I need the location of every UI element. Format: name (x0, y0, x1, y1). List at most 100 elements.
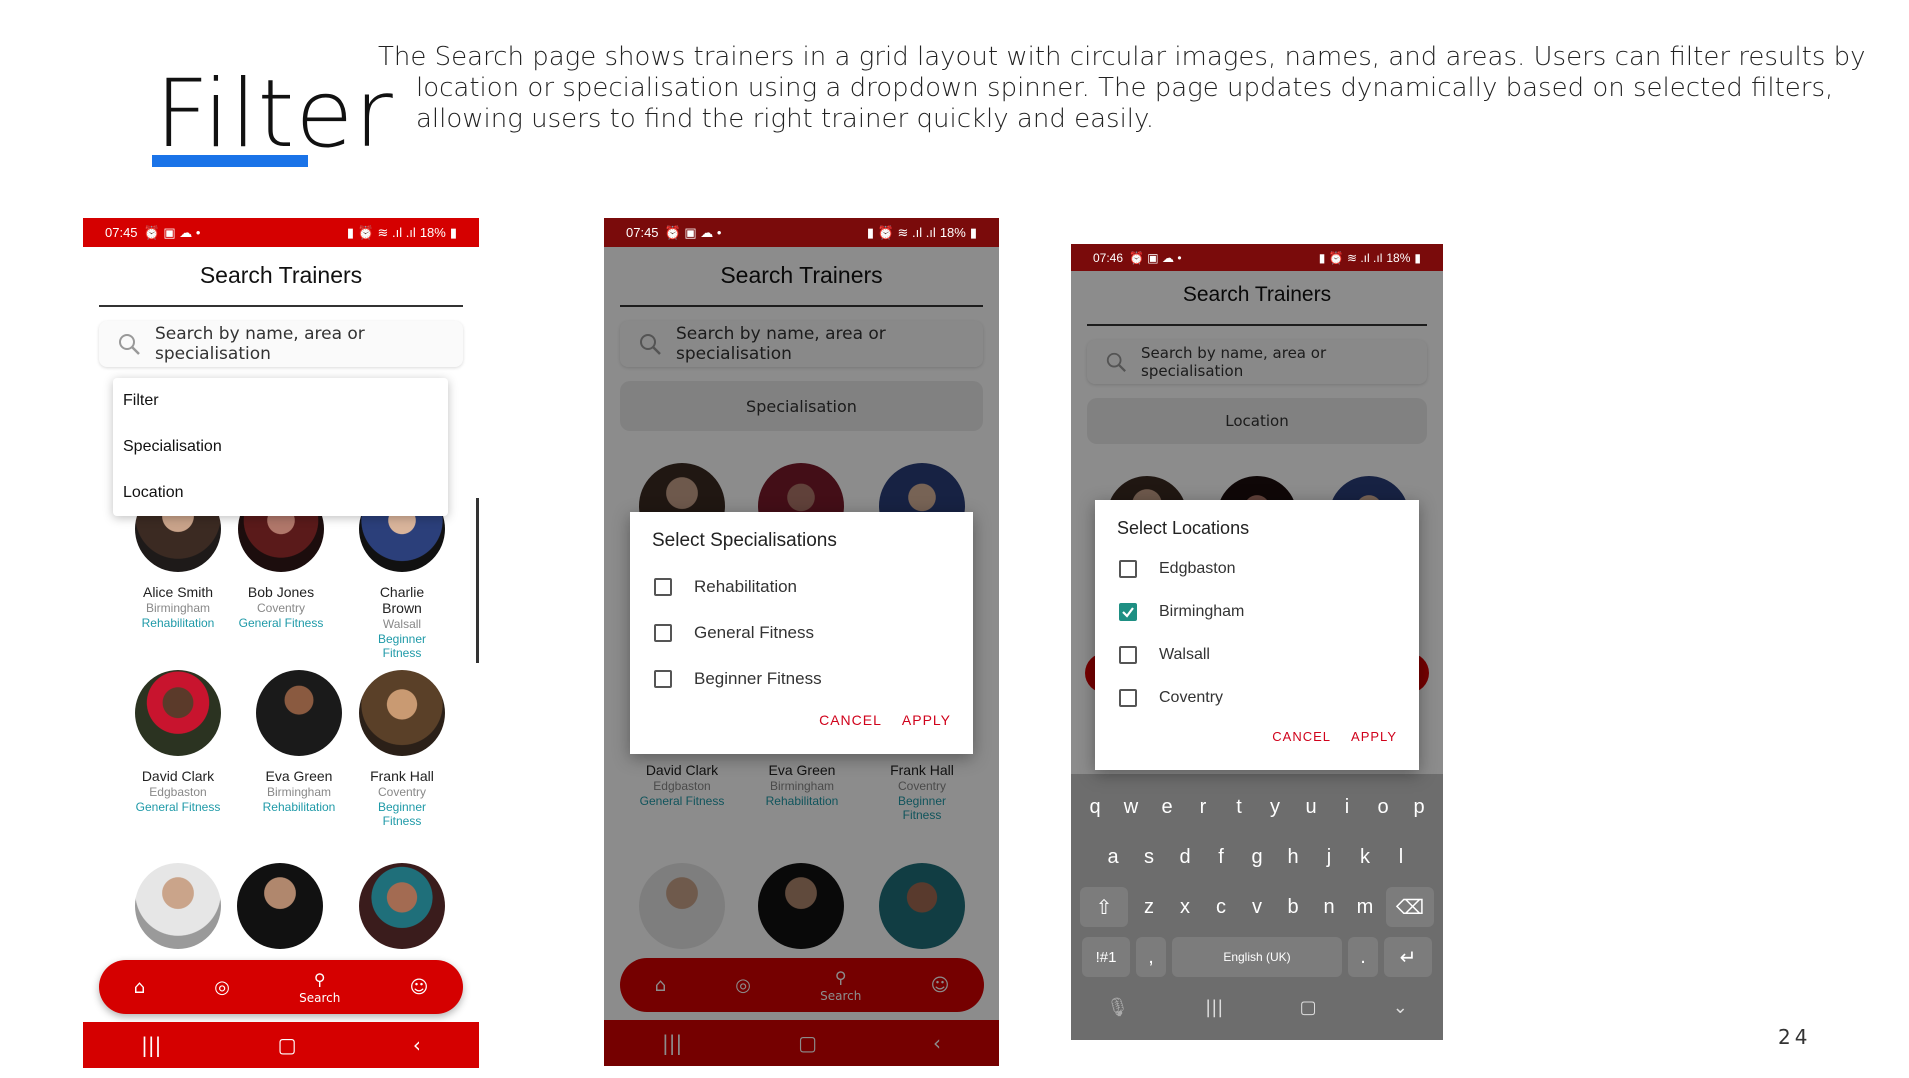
recent-apps-icon[interactable]: ||| (141, 1033, 161, 1057)
dropdown-item-filter[interactable]: Filter (113, 378, 448, 424)
shift-key-icon[interactable]: ⇧ (1080, 887, 1128, 927)
apply-button[interactable]: APPLY (902, 712, 951, 728)
hide-keyboard-icon[interactable]: ⌄ (1393, 997, 1408, 1018)
back-icon[interactable]: ‹ (413, 1033, 421, 1057)
trainer-specialisation: General Fitness (238, 616, 324, 630)
status-bar: 07:45 ⏰ ▣ ☁ • ▮ ⏰ ≋ .ıl .ıl 18% ▮ (604, 218, 999, 247)
option-beginner-fitness[interactable]: Beginner Fitness (630, 656, 973, 702)
key[interactable]: d (1170, 837, 1200, 877)
scrollbar[interactable] (476, 498, 479, 663)
key[interactable]: w (1116, 787, 1146, 827)
trainer-name: Frank Hall (370, 768, 434, 784)
checkbox[interactable] (1119, 559, 1137, 578)
home-button-icon[interactable]: ▢ (1300, 997, 1317, 1018)
key[interactable]: a (1098, 837, 1128, 877)
key[interactable]: n (1314, 887, 1344, 927)
nav-search-label: Search (299, 990, 341, 1005)
period-key[interactable]: . (1348, 937, 1378, 977)
trainer-avatar[interactable] (359, 863, 445, 949)
cancel-button[interactable]: CANCEL (819, 712, 882, 728)
cancel-button[interactable]: CANCEL (1272, 729, 1331, 744)
trainer-specialisation: Beginner Fitness (377, 632, 427, 660)
key[interactable]: v (1242, 887, 1272, 927)
notification-icons: ⏰ ▣ ☁ • (1129, 250, 1182, 265)
checkbox[interactable] (654, 578, 672, 596)
chat-icon: ☺ (409, 976, 429, 998)
search-input[interactable]: Search by name, area or specialisation (99, 321, 463, 367)
key[interactable]: c (1206, 887, 1236, 927)
notification-icons: ⏰ ▣ ☁ • (664, 224, 722, 240)
key[interactable]: i (1332, 787, 1362, 827)
symbols-key[interactable]: !#1 (1082, 937, 1130, 977)
option-label: Rehabilitation (694, 577, 798, 596)
battery-level: 18% (1386, 250, 1411, 265)
trainer-area: Coventry (256, 601, 306, 615)
trainer-card[interactable]: Frank Hall Coventry Beginner Fitness (337, 670, 467, 828)
checkbox[interactable] (654, 670, 672, 688)
checkbox[interactable] (1119, 645, 1137, 664)
check-icon (1122, 606, 1134, 618)
checkbox[interactable] (654, 624, 672, 642)
slide-title: Filter (155, 60, 394, 169)
option-coventry[interactable]: Coventry (1095, 676, 1419, 719)
dropdown-item-specialisation[interactable]: Specialisation (113, 424, 448, 470)
search-icon (119, 334, 140, 355)
key[interactable]: u (1296, 787, 1326, 827)
key[interactable]: j (1314, 837, 1344, 877)
trainer-specialisation: General Fitness (135, 800, 221, 814)
space-key[interactable]: English (UK) (1172, 937, 1342, 977)
trainer-card[interactable]: David Clark Edgbaston General Fitness (113, 670, 243, 814)
checkbox-checked[interactable] (1119, 602, 1137, 621)
apply-button[interactable]: APPLY (1351, 729, 1397, 744)
option-edgbaston[interactable]: Edgbaston (1095, 547, 1419, 590)
profile-icon: ◎ (214, 976, 230, 998)
key[interactable]: t (1224, 787, 1254, 827)
option-birmingham[interactable]: Birmingham (1095, 590, 1419, 633)
trainer-avatar[interactable] (135, 863, 221, 949)
dropdown-item-location[interactable]: Location (113, 470, 448, 516)
option-general-fitness[interactable]: General Fitness (630, 610, 973, 656)
checkbox[interactable] (1119, 688, 1137, 707)
key[interactable]: q (1080, 787, 1110, 827)
backspace-key-icon[interactable]: ⌫ (1386, 887, 1434, 927)
option-walsall[interactable]: Walsall (1095, 633, 1419, 676)
key[interactable]: x (1170, 887, 1200, 927)
mic-icon[interactable]: 🎙 (1106, 997, 1129, 1018)
nav-search[interactable]: ⚲ Search (299, 970, 340, 1005)
key[interactable]: g (1242, 837, 1272, 877)
recent-apps-icon[interactable]: ||| (1205, 997, 1223, 1018)
key[interactable]: o (1368, 787, 1398, 827)
key[interactable]: k (1350, 837, 1380, 877)
key[interactable]: h (1278, 837, 1308, 877)
key[interactable]: z (1134, 887, 1164, 927)
option-label: Edgbaston (1159, 559, 1236, 577)
system-navigation-bar: ||| ▢ ‹ (83, 1022, 479, 1068)
key[interactable]: b (1278, 887, 1308, 927)
slide-description: The Search page shows trainers in a grid… (378, 42, 1866, 134)
signal-icons: ▮ ⏰ ≋ .ıl .ıl (866, 224, 936, 240)
key[interactable]: y (1260, 787, 1290, 827)
signal-icons: ▮ ⏰ ≋ .ıl .ıl (1318, 250, 1383, 265)
option-rehabilitation[interactable]: Rehabilitation (630, 564, 973, 610)
key[interactable]: m (1350, 887, 1380, 927)
nav-home[interactable]: ⌂ (134, 977, 145, 998)
search-icon: ⚲ (313, 969, 326, 989)
status-bar: 07:46 ⏰ ▣ ☁ • ▮ ⏰ ≋ .ıl .ıl 18% ▮ (1071, 244, 1443, 271)
battery-level: 18% (419, 225, 446, 240)
home-icon: ⌂ (133, 976, 146, 998)
trainer-avatar[interactable] (237, 863, 323, 949)
key[interactable]: l (1386, 837, 1416, 877)
nav-messages[interactable]: ☺ (410, 977, 429, 998)
key[interactable]: r (1188, 787, 1218, 827)
dialog-title: Select Specialisations (652, 530, 837, 551)
battery-icon: ▮ (1414, 250, 1421, 265)
key[interactable]: f (1206, 837, 1236, 877)
home-button-icon[interactable]: ▢ (278, 1033, 297, 1057)
comma-key[interactable]: , (1136, 937, 1166, 977)
key[interactable]: e (1152, 787, 1182, 827)
bottom-navigation: ⌂ ◎ ⚲ Search ☺ (99, 960, 463, 1014)
enter-key-icon[interactable]: ↵ (1384, 937, 1432, 977)
nav-profile[interactable]: ◎ (214, 977, 230, 998)
key[interactable]: s (1134, 837, 1164, 877)
key[interactable]: p (1404, 787, 1434, 827)
